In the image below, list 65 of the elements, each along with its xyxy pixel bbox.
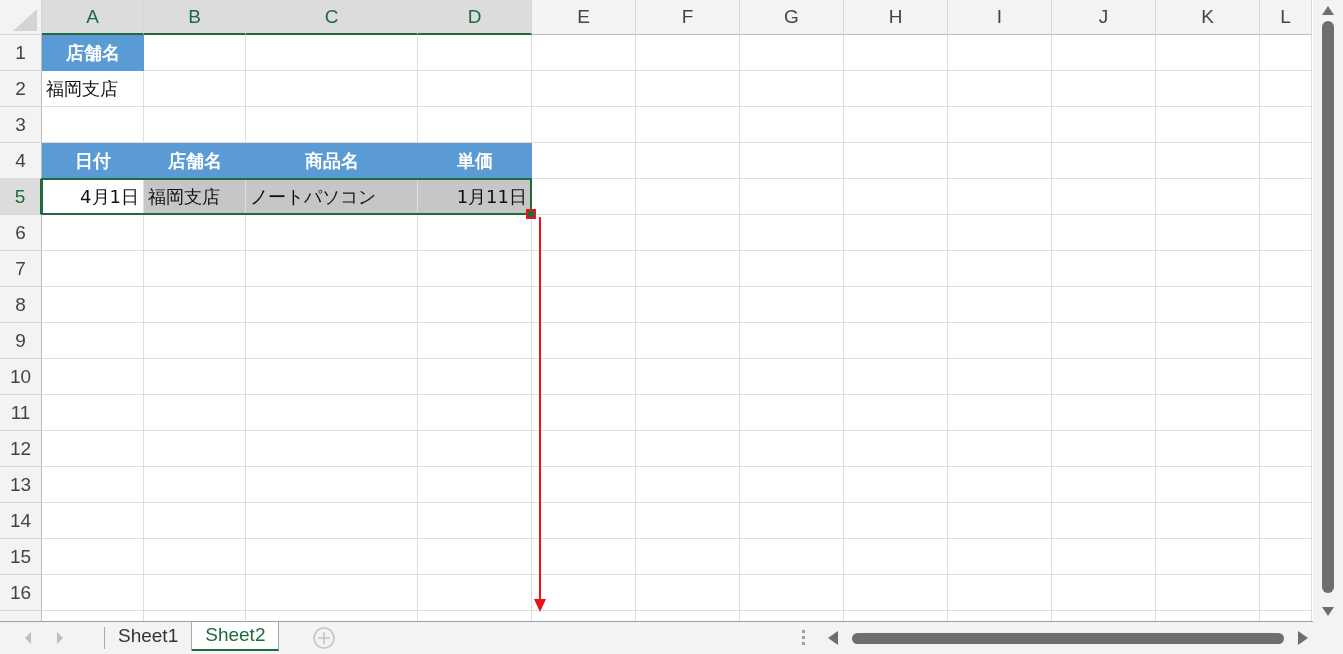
table-cell: 福岡支店 xyxy=(42,71,144,107)
table-cell xyxy=(1260,395,1312,431)
table-cell xyxy=(1260,287,1312,323)
table-cell xyxy=(1260,179,1312,215)
splitter-handle-icon[interactable] xyxy=(802,630,806,646)
row-header[interactable] xyxy=(0,611,42,621)
table-cell xyxy=(1260,71,1312,107)
column-header[interactable]: L xyxy=(1260,0,1312,35)
scroll-thumb[interactable] xyxy=(1322,21,1334,593)
column-header[interactable]: I xyxy=(948,0,1052,35)
row-header[interactable]: 9 xyxy=(0,323,42,359)
column-header[interactable]: F xyxy=(636,0,740,35)
fill-handle[interactable] xyxy=(526,209,536,219)
table-cell xyxy=(1260,251,1312,287)
row-header[interactable]: 12 xyxy=(0,431,42,467)
row-header[interactable]: 13 xyxy=(0,467,42,503)
table-cell xyxy=(1260,467,1312,503)
column-header[interactable]: A xyxy=(42,0,144,35)
previous-sheet-icon[interactable] xyxy=(24,632,32,644)
header-cell: 単価 xyxy=(418,143,532,179)
column-header[interactable]: G xyxy=(740,0,844,35)
add-sheet-icon[interactable] xyxy=(313,627,336,649)
row-header[interactable]: 16 xyxy=(0,575,42,611)
header-cell: 店舗名 xyxy=(42,35,144,71)
column-header[interactable]: C xyxy=(246,0,418,35)
header-cell: 日付 xyxy=(42,143,144,179)
scroll-thumb[interactable] xyxy=(852,632,1284,644)
column-header[interactable]: E xyxy=(532,0,636,35)
row-header[interactable]: 10 xyxy=(0,359,42,395)
select-all-icon[interactable] xyxy=(13,9,37,31)
row-header[interactable]: 6 xyxy=(0,215,42,251)
table-cell xyxy=(1260,35,1312,71)
horizontal-scrollbar[interactable] xyxy=(828,631,1308,645)
row-header[interactable]: 15 xyxy=(0,539,42,575)
header-cell: 店舗名 xyxy=(144,143,246,179)
scroll-right-icon[interactable] xyxy=(1298,631,1308,645)
table-cell xyxy=(1260,215,1312,251)
column-header[interactable]: H xyxy=(844,0,948,35)
row-header[interactable]: 1 xyxy=(0,35,42,71)
row-header[interactable]: 4 xyxy=(0,143,42,179)
row-header[interactable]: 8 xyxy=(0,287,42,323)
scroll-left-icon[interactable] xyxy=(828,631,838,645)
table-cell xyxy=(1260,575,1312,611)
sheet-tab[interactable]: Sheet2 xyxy=(192,621,280,651)
table-cell xyxy=(1260,539,1312,575)
table-cell xyxy=(1260,323,1312,359)
row-header[interactable]: 3 xyxy=(0,107,42,143)
header-cell: 商品名 xyxy=(246,143,418,179)
column-header[interactable]: D xyxy=(418,0,532,35)
column-header[interactable]: B xyxy=(144,0,246,35)
table-cell xyxy=(1260,143,1312,179)
column-header[interactable]: J xyxy=(1052,0,1156,35)
scroll-down-icon[interactable] xyxy=(1322,607,1334,616)
table-cell xyxy=(1260,107,1312,143)
table-cell xyxy=(1260,503,1312,539)
column-header[interactable]: K xyxy=(1156,0,1260,35)
row-header[interactable]: 14 xyxy=(0,503,42,539)
row-header[interactable]: 2 xyxy=(0,71,42,107)
row-header[interactable]: 7 xyxy=(0,251,42,287)
table-cell xyxy=(1260,359,1312,395)
table-cell xyxy=(1260,431,1312,467)
scroll-up-icon[interactable] xyxy=(1322,6,1334,15)
row-header[interactable]: 11 xyxy=(0,395,42,431)
next-sheet-icon[interactable] xyxy=(56,632,64,644)
row-header[interactable]: 5 xyxy=(0,179,42,215)
